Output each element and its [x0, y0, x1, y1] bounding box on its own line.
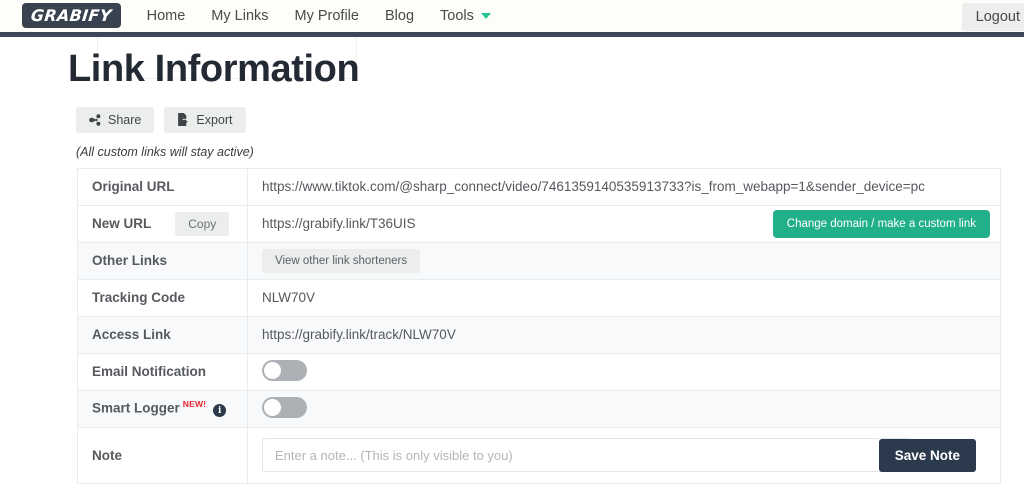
- table-row-smart-logger: Smart Logger NEW! i: [77, 390, 1001, 427]
- value-email-notification: [248, 353, 1001, 390]
- label-smart-logger: Smart Logger NEW! i: [77, 390, 248, 427]
- label-access-link: Access Link: [77, 316, 248, 353]
- save-note-button[interactable]: Save Note: [878, 438, 976, 472]
- nav-link-my-links[interactable]: My Links: [211, 8, 268, 24]
- link-information-table: Original URL https://www.tiktok.com/@sha…: [77, 167, 1001, 484]
- label-smart-logger-text: Smart Logger: [92, 400, 180, 416]
- note-input[interactable]: [262, 438, 912, 472]
- nav-links: Home My Links My Profile Blog Tools: [147, 8, 491, 24]
- export-button[interactable]: Export: [164, 106, 246, 133]
- new-url-text: https://grabify.link/T36UIS: [262, 216, 416, 231]
- action-button-row: Share Export: [68, 106, 1024, 133]
- file-export-icon: [177, 113, 189, 126]
- nav-link-my-profile[interactable]: My Profile: [295, 8, 359, 24]
- table-row-other-links: Other Links View other link shorteners: [77, 242, 1001, 279]
- share-button[interactable]: Share: [76, 106, 155, 133]
- grabify-logo[interactable]: GRABIFY: [22, 3, 121, 28]
- label-new-url-text: New URL: [92, 216, 152, 231]
- label-new-url: New URL Copy: [77, 205, 248, 242]
- page-body: Link Information Share Export (All custo…: [0, 37, 1024, 484]
- access-link-text: https://grabify.link/track/NLW70V: [262, 327, 456, 342]
- smart-logger-toggle[interactable]: [262, 396, 307, 418]
- new-badge: NEW!: [182, 399, 207, 409]
- export-button-label: Export: [196, 112, 233, 127]
- tracking-code-text: NLW70V: [262, 290, 316, 305]
- share-button-label: Share: [108, 112, 142, 127]
- brand-text: GRABIFY: [30, 6, 113, 25]
- top-navbar: GRABIFY Home My Links My Profile Blog To…: [0, 0, 1024, 37]
- view-other-link-shorteners-button[interactable]: View other link shorteners: [262, 248, 421, 273]
- label-email-notification: Email Notification: [77, 353, 248, 390]
- value-original-url: https://www.tiktok.com/@sharp_connect/vi…: [248, 168, 1001, 205]
- share-nodes-icon: [89, 113, 101, 126]
- label-note: Note: [77, 427, 248, 483]
- value-tracking-code: NLW70V: [248, 279, 1001, 316]
- nav-link-home[interactable]: Home: [147, 8, 186, 24]
- table-row-original-url: Original URL https://www.tiktok.com/@sha…: [77, 168, 1001, 205]
- page-title: Link Information: [68, 48, 360, 90]
- nav-link-tools[interactable]: Tools: [440, 8, 491, 24]
- content-area: Link Information Share Export (All custo…: [0, 37, 1024, 484]
- info-icon[interactable]: i: [213, 404, 227, 417]
- email-notification-toggle[interactable]: [262, 359, 307, 381]
- table-row-email-notification: Email Notification: [77, 353, 1001, 390]
- label-tracking-code: Tracking Code: [77, 279, 248, 316]
- nav-link-tools-label: Tools: [440, 8, 474, 24]
- nav-link-blog[interactable]: Blog: [385, 8, 414, 24]
- table-row-access-link: Access Link https://grabify.link/track/N…: [77, 316, 1001, 353]
- custom-links-disclaimer: (All custom links will stay active): [76, 144, 254, 159]
- toggle-knob: [264, 361, 281, 379]
- value-smart-logger: [248, 390, 1001, 427]
- table-row-note: Note Save Note: [77, 427, 1001, 483]
- toggle-knob: [264, 398, 281, 416]
- value-note: Save Note: [248, 427, 1001, 483]
- table-row-new-url: New URL Copy https://grabify.link/T36UIS…: [77, 205, 1001, 242]
- value-other-links: View other link shorteners: [248, 242, 1001, 279]
- change-domain-button[interactable]: Change domain / make a custom link: [772, 209, 990, 238]
- table-row-tracking-code: Tracking Code NLW70V: [77, 279, 1001, 316]
- label-original-url: Original URL: [77, 168, 248, 205]
- label-other-links: Other Links: [77, 242, 248, 279]
- value-access-link: https://grabify.link/track/NLW70V: [248, 316, 1001, 353]
- value-new-url: https://grabify.link/T36UIS Change domai…: [248, 205, 1001, 242]
- chevron-down-icon: [480, 13, 491, 19]
- logout-button[interactable]: Logout: [961, 3, 1024, 31]
- copy-button[interactable]: Copy: [175, 211, 230, 236]
- original-url-text: https://www.tiktok.com/@sharp_connect/vi…: [262, 179, 925, 194]
